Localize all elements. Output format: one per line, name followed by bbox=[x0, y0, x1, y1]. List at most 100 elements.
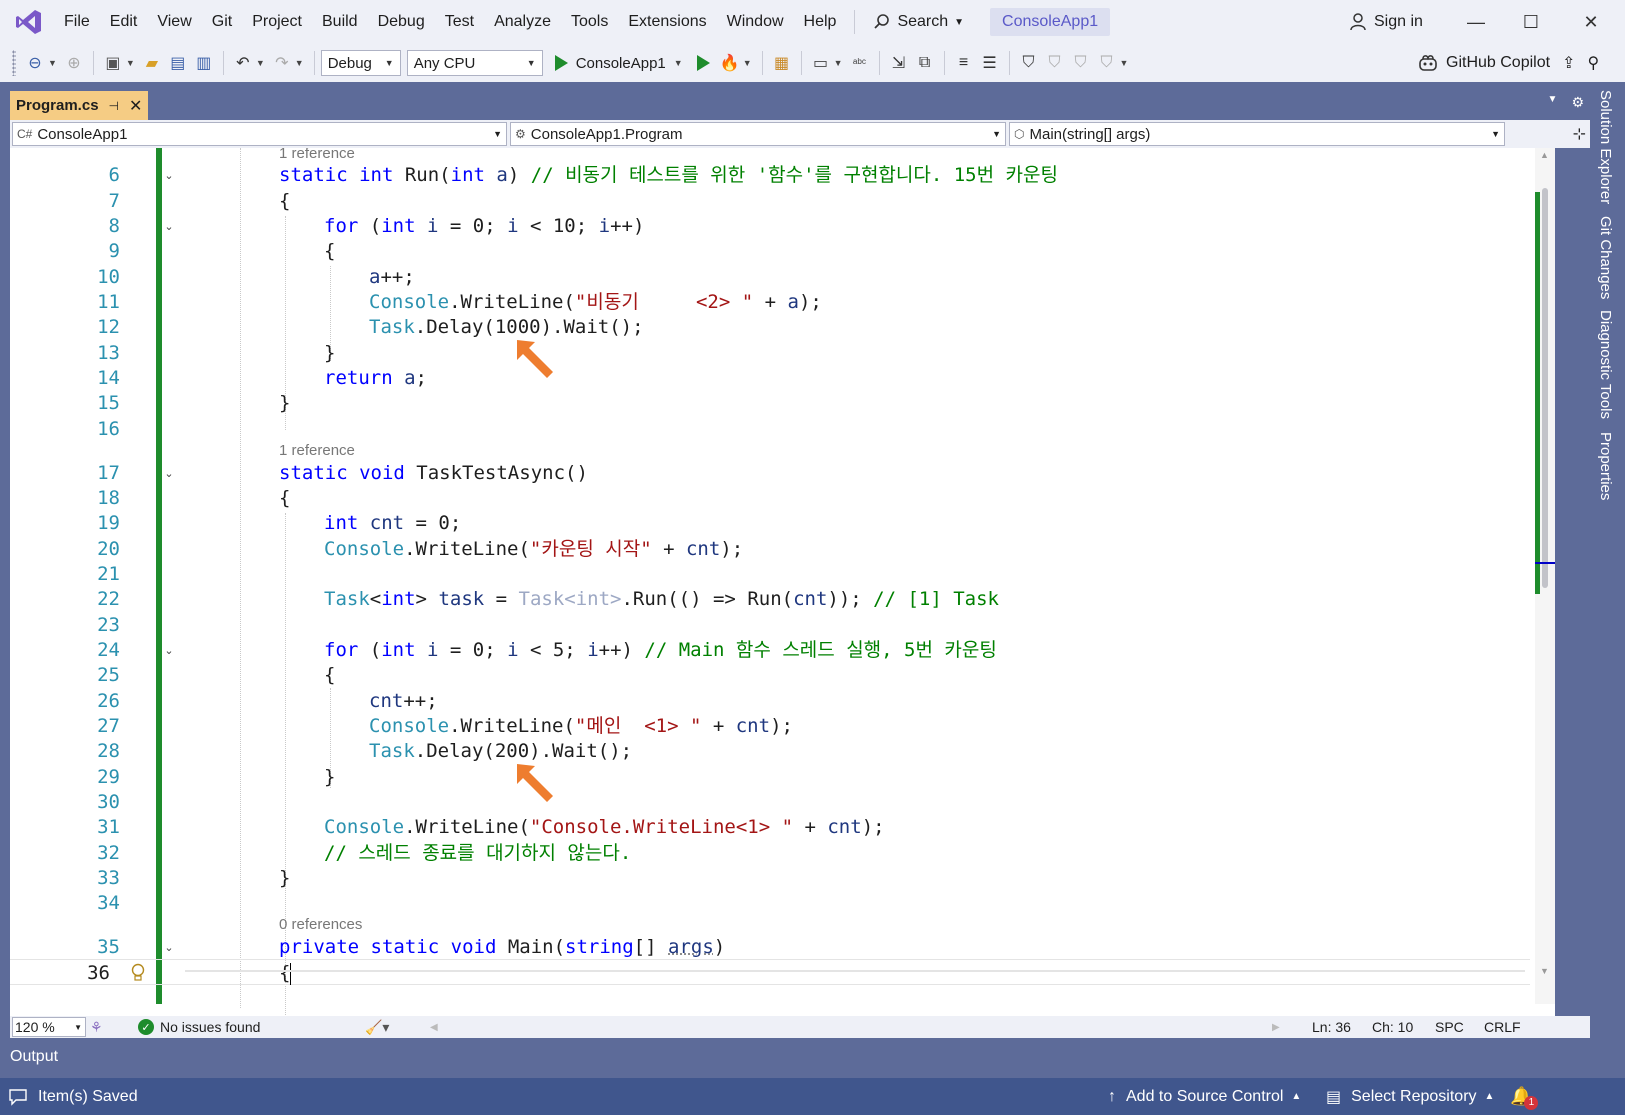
navigate-back-icon[interactable]: ⊖ bbox=[22, 50, 48, 76]
line-ending-indicator[interactable]: CRLF bbox=[1484, 1019, 1521, 1035]
codelens-references[interactable]: 0 references bbox=[279, 915, 362, 935]
navigate-forward-icon[interactable]: ⊕ bbox=[61, 50, 87, 76]
scroll-up-icon[interactable]: ▲ bbox=[1540, 150, 1549, 160]
tab-properties[interactable]: Properties bbox=[1597, 432, 1614, 500]
collapse-icon[interactable]: ⌄ bbox=[162, 940, 176, 954]
member-dropdown[interactable]: ⬡ Main(string[] args) ▼ bbox=[1009, 122, 1505, 146]
menu-test[interactable]: Test bbox=[435, 0, 484, 44]
minimize-button[interactable]: — bbox=[1450, 0, 1502, 44]
code-text: } bbox=[324, 342, 336, 364]
chevron-down-icon[interactable]: ▼ bbox=[834, 58, 843, 68]
codelens-references[interactable]: 1 reference bbox=[279, 441, 355, 461]
column-indicator[interactable]: Ch: 10 bbox=[1372, 1019, 1413, 1035]
clear-bookmarks-icon[interactable]: ⛉ bbox=[1094, 50, 1120, 76]
add-to-source-control-label: Add to Source Control bbox=[1126, 1087, 1284, 1105]
share-icon[interactable]: ⇪ bbox=[1562, 53, 1575, 73]
layout-icon[interactable]: ▭ bbox=[808, 50, 834, 76]
chevron-down-icon[interactable]: ▼ bbox=[1120, 58, 1129, 68]
pin-icon[interactable]: ⊣ bbox=[109, 99, 119, 113]
configuration-select[interactable]: Debug ▼ bbox=[320, 50, 401, 76]
lightbulb-icon[interactable] bbox=[130, 963, 146, 983]
gear-icon[interactable]: ⚙ bbox=[1571, 94, 1584, 111]
whitespace-indicator[interactable]: SPC bbox=[1435, 1019, 1464, 1035]
menu-edit[interactable]: Edit bbox=[100, 0, 148, 44]
collapse-icon[interactable]: ⌄ bbox=[162, 643, 176, 657]
tab-list-dropdown-icon[interactable]: ▼ bbox=[1548, 94, 1558, 111]
visual-studio-logo-icon[interactable] bbox=[12, 5, 46, 39]
save-icon[interactable]: ▤ bbox=[165, 50, 191, 76]
notifications-button[interactable]: 🔔 1 bbox=[1510, 1078, 1546, 1115]
vertical-scrollbar[interactable]: ▲ ▼ bbox=[1535, 148, 1555, 1004]
start-debugging-button[interactable]: ConsoleApp1 ▼ bbox=[554, 55, 687, 72]
next-bookmark-icon[interactable]: ⛉ bbox=[1068, 50, 1094, 76]
menu-build[interactable]: Build bbox=[312, 0, 368, 44]
add-to-source-control-button[interactable]: ↑ Add to Source Control ▲ bbox=[1108, 1078, 1301, 1115]
horizontal-scrollbar-track[interactable] bbox=[185, 970, 1525, 972]
split-window-icon[interactable]: ⊹ bbox=[1573, 124, 1586, 144]
platform-select[interactable]: Any CPU ▼ bbox=[406, 50, 543, 76]
chevron-down-icon[interactable]: ▼ bbox=[126, 58, 135, 68]
close-tab-icon[interactable]: ✕ bbox=[129, 96, 142, 116]
select-repository-button[interactable]: ▤ Select Repository ▲ bbox=[1326, 1078, 1494, 1115]
menu-file[interactable]: File bbox=[54, 0, 100, 44]
show-threads-icon[interactable]: ⧉ bbox=[912, 50, 938, 76]
code-cleanup-icon[interactable]: 🧹▾ bbox=[365, 1019, 389, 1036]
tab-diagnostic-tools[interactable]: Diagnostic Tools bbox=[1597, 310, 1614, 419]
solution-name-badge[interactable]: ConsoleApp1 bbox=[990, 8, 1111, 36]
scrollbar-thumb[interactable] bbox=[1542, 188, 1548, 588]
scroll-right-icon[interactable]: ▶ bbox=[1272, 1022, 1280, 1033]
github-copilot-button[interactable]: GitHub Copilot ⇪ ⚲ bbox=[1418, 44, 1599, 82]
menu-project[interactable]: Project bbox=[242, 0, 312, 44]
save-all-icon[interactable]: ▥ bbox=[191, 50, 217, 76]
close-window-button[interactable]: ✕ bbox=[1565, 0, 1617, 44]
collapse-icon[interactable]: ⌄ bbox=[162, 466, 176, 480]
search-button[interactable]: Search ▼ bbox=[863, 13, 974, 31]
line-indicator[interactable]: Ln: 36 bbox=[1312, 1019, 1351, 1035]
scroll-down-icon[interactable]: ▼ bbox=[1540, 966, 1549, 976]
toolbar-grip[interactable] bbox=[12, 50, 16, 76]
menu-view[interactable]: View bbox=[147, 0, 201, 44]
open-folder-icon[interactable]: ▰ bbox=[139, 50, 165, 76]
chevron-down-icon[interactable]: ▼ bbox=[256, 58, 265, 68]
menu-debug[interactable]: Debug bbox=[368, 0, 435, 44]
menu-window[interactable]: Window bbox=[717, 0, 794, 44]
output-panel-tab[interactable]: Output bbox=[0, 1038, 1625, 1078]
new-project-icon[interactable]: ▣ bbox=[100, 50, 126, 76]
menu-tools[interactable]: Tools bbox=[561, 0, 618, 44]
line-number: 22 bbox=[97, 588, 120, 610]
type-dropdown[interactable]: ⚙ ConsoleApp1.Program ▼ bbox=[510, 122, 1006, 146]
undo-icon[interactable]: ↶ bbox=[230, 50, 256, 76]
menu-analyze[interactable]: Analyze bbox=[484, 0, 561, 44]
hot-reload-icon[interactable]: 🔥 bbox=[717, 50, 743, 76]
menu-help[interactable]: Help bbox=[794, 0, 847, 44]
tab-git-changes[interactable]: Git Changes bbox=[1597, 216, 1614, 299]
menu-git[interactable]: Git bbox=[202, 0, 242, 44]
issues-indicator[interactable]: ✓ No issues found bbox=[138, 1019, 260, 1035]
code-editor[interactable]: 1 reference 1 reference 0 references 6 ⌄… bbox=[10, 148, 1555, 1016]
collapse-icon[interactable]: ⌄ bbox=[162, 168, 176, 182]
step-into-icon[interactable]: ⇲ bbox=[886, 50, 912, 76]
menu-extensions[interactable]: Extensions bbox=[618, 0, 716, 44]
outdent-icon[interactable]: ≡ bbox=[951, 50, 977, 76]
solution-explorer-icon[interactable]: ▦ bbox=[769, 50, 795, 76]
redo-icon[interactable]: ↷ bbox=[269, 50, 295, 76]
chevron-down-icon[interactable]: ▼ bbox=[295, 58, 304, 68]
copilot-status-icon[interactable]: ⚘ bbox=[90, 1019, 103, 1036]
bookmark-icon[interactable]: ⛉ bbox=[1016, 50, 1042, 76]
feedback-icon[interactable]: ⚲ bbox=[1587, 53, 1599, 73]
previous-bookmark-icon[interactable]: ⛉ bbox=[1042, 50, 1068, 76]
spell-check-icon[interactable]: ᵃᵇᶜ bbox=[847, 50, 873, 76]
collapse-icon[interactable]: ⌄ bbox=[162, 219, 176, 233]
start-without-debugging-icon[interactable] bbox=[691, 50, 717, 76]
indent-icon[interactable]: ☰ bbox=[977, 50, 1003, 76]
maximize-button[interactable]: ☐ bbox=[1505, 0, 1557, 44]
tab-program-cs[interactable]: Program.cs ⊣ ✕ bbox=[10, 91, 148, 120]
chevron-down-icon[interactable]: ▼ bbox=[48, 58, 57, 68]
chevron-down-icon[interactable]: ▼ bbox=[743, 58, 752, 68]
project-dropdown[interactable]: C# ConsoleApp1 ▼ bbox=[12, 122, 507, 146]
tab-solution-explorer[interactable]: Solution Explorer bbox=[1597, 90, 1614, 204]
string-literal: "비동기 <2> " bbox=[574, 291, 754, 313]
zoom-select[interactable]: 120 % ▼ bbox=[12, 1017, 86, 1037]
scroll-left-icon[interactable]: ◀ bbox=[430, 1022, 438, 1033]
sign-in-button[interactable]: Sign in bbox=[1350, 0, 1423, 44]
